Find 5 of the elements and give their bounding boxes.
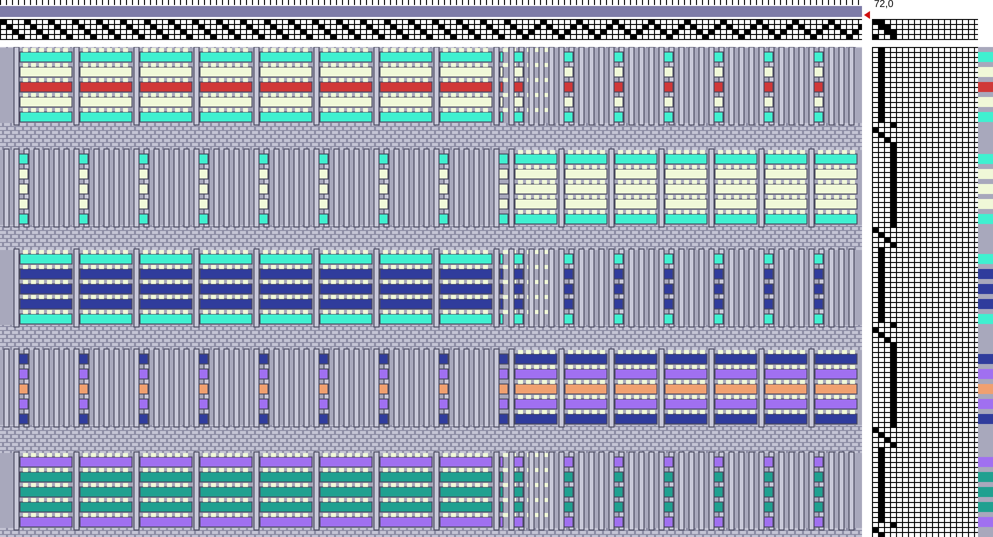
position-readout: 72,0 — [873, 0, 894, 12]
treadling-grid[interactable] — [872, 47, 978, 537]
marker-icon — [864, 11, 870, 19]
tieup-grid[interactable] — [872, 19, 978, 41]
threading-grid[interactable] — [0, 19, 862, 41]
